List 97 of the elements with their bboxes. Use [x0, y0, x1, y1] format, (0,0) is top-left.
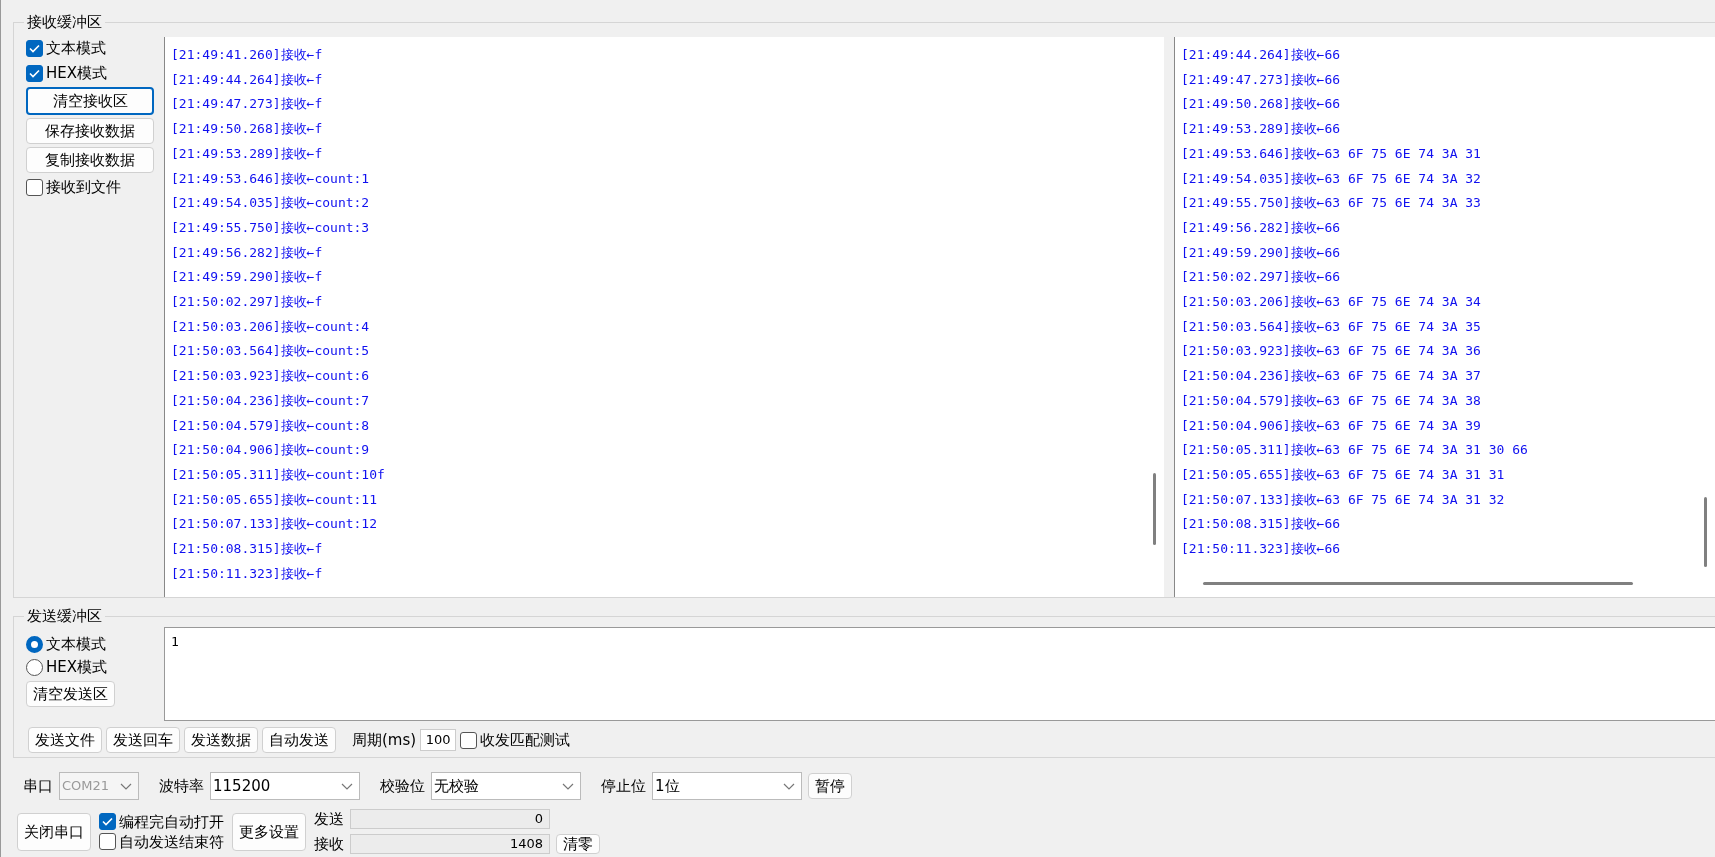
log-line: [21:50:04.579]接收←count:8 — [171, 416, 371, 435]
log-line: [21:49:44.264]接收←66 — [1181, 46, 1342, 64]
radio-button[interactable] — [26, 658, 43, 676]
log-line: [21:50:02.297]接收←f — [171, 293, 324, 312]
receive-button[interactable]: 清空接收区 — [26, 87, 154, 115]
scrollbar-thumb[interactable] — [1203, 582, 1633, 585]
log-line: [21:49:53.289]接收←f — [171, 144, 324, 163]
log-line: [21:50:04.579]接收←63 6F 75 6E 74 3A 38 — [1181, 391, 1482, 410]
log-line: [21:50:05.655]接收←count:11 — [171, 490, 378, 509]
chevron-down-icon — [341, 782, 353, 790]
log-line: [21:50:04.906]接收←63 6F 75 6E 74 3A 39 — [1181, 416, 1482, 435]
clear-send-button[interactable]: 清空发送区 — [26, 681, 115, 707]
check-icon — [29, 68, 40, 78]
log-line: [21:50:05.311]接收←63 6F 75 6E 74 3A 31 30 66 — [1181, 441, 1529, 460]
checkbox-label[interactable]: 收发匹配测试 — [480, 729, 571, 751]
log-line: [21:49:59.290]接收←f — [171, 268, 324, 287]
group-title: 接收缓冲区 — [24, 12, 105, 32]
send-input-field[interactable]: 1 — [164, 627, 1715, 721]
log-line: [21:49:55.750]接收←63 6F 75 6E 74 3A 33 — [1181, 194, 1482, 213]
send-button[interactable]: 发送回车 — [106, 727, 180, 753]
log-line: [21:50:04.906]接收←count:9 — [171, 441, 371, 460]
field-label: 波特率 — [159, 775, 204, 797]
log-line: [21:50:03.206]接收←count:4 — [171, 317, 371, 336]
log-line: [21:50:03.923]接收←63 6F 75 6E 74 3A 36 — [1181, 342, 1482, 361]
log-line: [21:50:02.297]接收←66 — [1181, 268, 1342, 287]
log-line: [21:50:08.315]接收←66 — [1181, 515, 1342, 534]
field-label: 停止位 — [601, 775, 646, 797]
scrollbar-thumb[interactable] — [1704, 497, 1707, 567]
checkbox[interactable] — [99, 833, 116, 850]
pause-button[interactable]: 暂停 — [808, 773, 852, 799]
log-line: [21:49:53.289]接收←66 — [1181, 120, 1342, 139]
chevron-down-icon — [120, 782, 132, 790]
checkbox-label[interactable]: 接收到文件 — [46, 176, 121, 198]
radio-label[interactable]: HEX模式 — [46, 656, 108, 678]
field-label: 串口 — [23, 775, 53, 797]
checkbox[interactable] — [99, 813, 116, 830]
log-line: [21:49:53.646]接收←63 6F 75 6E 74 3A 31 — [1181, 144, 1482, 163]
checkbox[interactable] — [26, 39, 43, 57]
log-line: [21:50:03.206]接收←63 6F 75 6E 74 3A 34 — [1181, 293, 1482, 312]
log-line: [21:50:04.236]接收←63 6F 75 6E 74 3A 37 — [1181, 367, 1482, 386]
radio-label[interactable]: 文本模式 — [46, 633, 106, 655]
chevron-down-icon — [783, 782, 795, 790]
log-line: [21:50:11.323]接收←66 — [1181, 540, 1342, 559]
group-title: 发送缓冲区 — [24, 606, 105, 626]
log-line: [21:49:54.035]接收←count:2 — [171, 194, 371, 213]
log-line: [21:49:56.282]接收←f — [171, 243, 324, 262]
checkbox[interactable] — [460, 731, 478, 749]
log-line: [21:50:07.133]接收←63 6F 75 6E 74 3A 31 32 — [1181, 490, 1506, 509]
period-label: 周期(ms) — [352, 729, 417, 751]
log-line: [21:50:08.315]接收←f — [171, 540, 324, 559]
log-line: [21:50:11.323]接收←f — [171, 564, 324, 583]
log-line: [21:50:05.311]接收←count:10f — [171, 465, 386, 484]
close-port-button[interactable]: 关闭串口 — [17, 812, 91, 851]
check-icon — [29, 43, 40, 53]
log-line: [21:50:04.236]接收←count:7 — [171, 391, 371, 410]
checkbox-label[interactable]: 自动发送结束符 — [119, 831, 224, 852]
log-line: [21:50:03.923]接收←count:6 — [171, 367, 371, 386]
checkbox-label[interactable]: 编程完自动打开 — [119, 811, 224, 832]
log-line: [21:50:03.564]接收←count:5 — [171, 342, 371, 361]
log-line: [21:49:54.035]接收←63 6F 75 6E 74 3A 32 — [1181, 169, 1482, 188]
dropdown[interactable]: 115200 — [210, 772, 360, 800]
counter-label: 发送 — [314, 809, 344, 830]
radio-button[interactable] — [26, 635, 43, 653]
log-line: [21:49:50.268]接收←66 — [1181, 95, 1342, 114]
log-line: [21:49:59.290]接收←66 — [1181, 243, 1342, 262]
more-settings-button[interactable]: 更多设置 — [232, 812, 306, 851]
log-line: [21:49:47.273]接收←f — [171, 95, 324, 114]
counter-label: 接收 — [314, 833, 344, 855]
receive-button[interactable]: 保存接收数据 — [26, 118, 154, 144]
dropdown[interactable]: 无校验 — [431, 772, 581, 800]
reset-counter-button[interactable]: 清零 — [556, 833, 600, 854]
send-button[interactable]: 发送数据 — [184, 727, 258, 753]
log-line: [21:50:03.564]接收←63 6F 75 6E 74 3A 35 — [1181, 317, 1482, 336]
log-line: [21:49:53.646]接收←count:1 — [171, 169, 371, 188]
checkbox-label[interactable]: HEX模式 — [46, 62, 108, 84]
send-button[interactable]: 发送文件 — [28, 727, 102, 753]
receive-button[interactable]: 复制接收数据 — [26, 147, 154, 173]
checkbox[interactable] — [26, 64, 43, 82]
log-line: [21:49:41.260]接收←f — [171, 46, 324, 64]
log-line: [21:50:07.133]接收←count:12 — [171, 515, 378, 534]
check-icon — [102, 817, 113, 826]
log-line: [21:49:56.282]接收←66 — [1181, 218, 1342, 237]
dropdown[interactable]: 1位 — [652, 772, 802, 800]
checkbox[interactable] — [26, 178, 43, 196]
chevron-down-icon — [562, 782, 574, 790]
log-line: [21:49:50.268]接收←f — [171, 120, 324, 139]
counter-field: 1408 — [350, 833, 550, 854]
field-label: 校验位 — [380, 775, 425, 797]
log-line: [21:50:05.655]接收←63 6F 75 6E 74 3A 31 31 — [1181, 465, 1506, 484]
log-line: [21:49:44.264]接收←f — [171, 70, 324, 89]
log-line: [21:49:55.750]接收←count:3 — [171, 218, 371, 237]
scrollbar-thumb[interactable] — [1153, 473, 1156, 545]
send-button[interactable]: 自动发送 — [262, 727, 336, 753]
counter-field: 0 — [350, 809, 550, 830]
checkbox-label[interactable]: 文本模式 — [46, 37, 106, 59]
period-field[interactable]: 100 — [420, 729, 457, 751]
log-line: [21:49:47.273]接收←66 — [1181, 70, 1342, 89]
